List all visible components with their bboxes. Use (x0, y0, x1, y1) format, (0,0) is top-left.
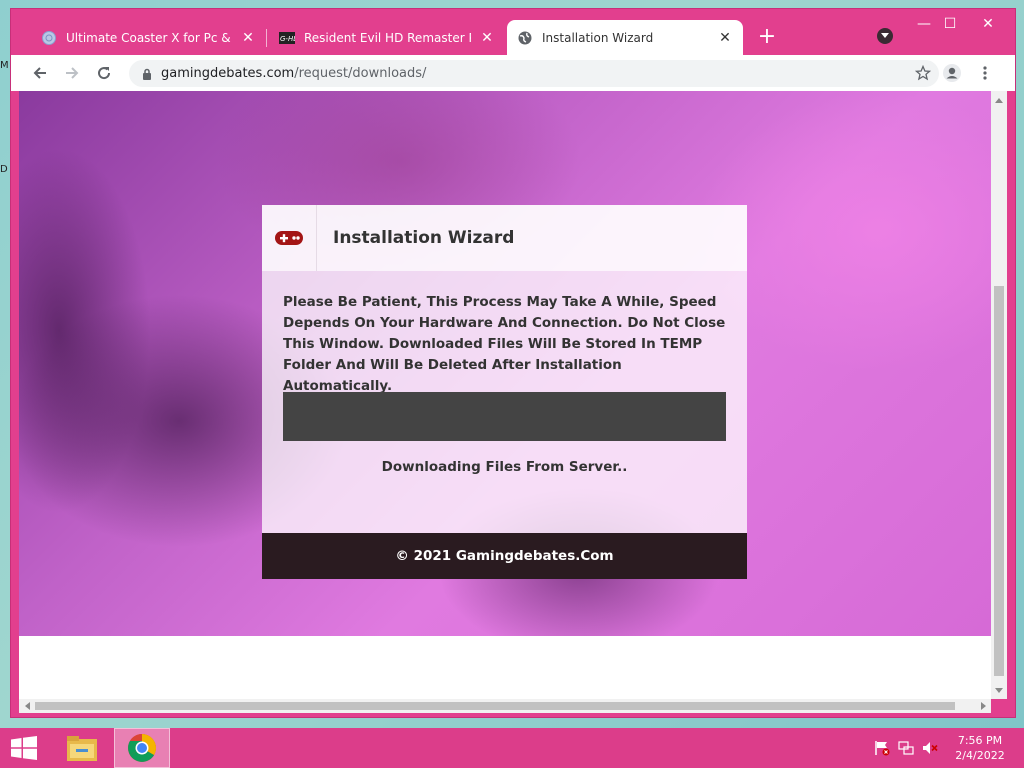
horizontal-scrollbar[interactable] (19, 699, 991, 713)
scroll-right-icon[interactable] (977, 699, 989, 713)
tab-title: Installation Wizard (542, 30, 654, 45)
tab-installation-wizard[interactable]: Installation Wizard ✕ (507, 20, 743, 55)
tab-close-icon[interactable]: ✕ (717, 30, 733, 46)
wizard-title: Installation Wizard (333, 228, 515, 248)
chevron-down-icon (881, 33, 889, 38)
menu-button[interactable] (973, 61, 997, 85)
vertical-scrollbar[interactable] (991, 91, 1007, 699)
tab-close-icon[interactable]: ✕ (240, 30, 256, 46)
chrome-icon (128, 734, 156, 762)
taskbar-clock[interactable]: 7:56 PM 2/4/2022 (948, 733, 1012, 763)
profile-button[interactable] (940, 61, 964, 85)
windows-start-icon (11, 736, 37, 760)
clock-date: 2/4/2022 (955, 749, 1005, 762)
browser-toolbar: gamingdebates.com/request/downloads/ (11, 55, 1015, 91)
menu-dots-icon (983, 66, 987, 80)
scroll-up-icon[interactable] (991, 93, 1007, 107)
lock-icon[interactable] (141, 67, 153, 81)
taskbar-chrome[interactable] (114, 728, 170, 768)
svg-text:G-HD: G-HD (280, 35, 295, 43)
wizard-footer: © 2021 Gamingdebates.Com (262, 533, 747, 579)
file-explorer-icon (67, 736, 97, 761)
wizard-header: Installation Wizard (262, 205, 747, 271)
tab-separator (266, 29, 267, 47)
start-button[interactable] (0, 728, 48, 768)
back-arrow-icon (33, 67, 46, 79)
tab-search-button[interactable] (877, 28, 893, 44)
url-text[interactable]: gamingdebates.com/request/downloads/ (161, 66, 426, 81)
network-icon[interactable] (898, 740, 914, 756)
tab-strip: Ultimate Coaster X for Pc & Linux ✕ G-HD… (11, 9, 1015, 55)
wizard-body: Please Be Patient, This Process May Take… (262, 271, 747, 533)
gamepad-icon (262, 205, 317, 271)
clock-time: 7:56 PM (957, 734, 1003, 747)
url-domain: gamingdebates.com (161, 66, 295, 81)
tab-favicon-icon: G-HD (279, 30, 295, 46)
download-status: Downloading Files From Server.. (381, 459, 628, 475)
back-button[interactable] (28, 61, 52, 85)
tab-title: Ultimate Coaster X for Pc & Linux (66, 30, 232, 45)
scroll-left-icon[interactable] (21, 699, 33, 713)
tab-resident-evil[interactable]: G-HD Resident Evil HD Remaster PC Ga ✕ (269, 20, 505, 55)
taskbar-file-explorer[interactable] (54, 728, 110, 768)
reload-icon (98, 67, 111, 80)
forward-button[interactable] (60, 61, 84, 85)
taskbar: 7:56 PM 2/4/2022 (0, 728, 1024, 768)
tab-globe-icon (517, 30, 533, 46)
maximize-button[interactable]: ☐ (935, 13, 965, 35)
progress-bar (283, 392, 726, 441)
url-path: /request/downloads/ (294, 66, 427, 81)
tab-title: Resident Evil HD Remaster PC Ga (304, 30, 471, 45)
tab-ultimate-coaster[interactable]: Ultimate Coaster X for Pc & Linux ✕ (31, 20, 266, 55)
browser-window: Ultimate Coaster X for Pc & Linux ✕ G-HD… (10, 8, 1016, 718)
vertical-scroll-thumb[interactable] (994, 286, 1004, 676)
tab-favicon-icon (41, 30, 57, 46)
reload-button[interactable] (92, 61, 116, 85)
page-viewport: Installation Wizard Please Be Patient, T… (19, 91, 991, 699)
star-icon[interactable] (915, 65, 931, 81)
wizard-message: Please Be Patient, This Process May Take… (283, 294, 726, 394)
close-window-button[interactable]: ✕ (971, 13, 1005, 35)
profile-icon (943, 64, 961, 82)
address-bar[interactable]: gamingdebates.com/request/downloads/ (129, 60, 939, 87)
volume-muted-icon[interactable] (922, 740, 938, 756)
installation-wizard-card: Installation Wizard Please Be Patient, T… (262, 205, 747, 579)
scroll-down-icon[interactable] (991, 683, 1007, 697)
flag-icon[interactable] (874, 740, 890, 756)
forward-arrow-icon (66, 67, 79, 79)
tab-close-icon[interactable]: ✕ (479, 30, 495, 46)
horizontal-scroll-thumb[interactable] (35, 702, 955, 710)
new-tab-button[interactable]: + (755, 26, 779, 50)
